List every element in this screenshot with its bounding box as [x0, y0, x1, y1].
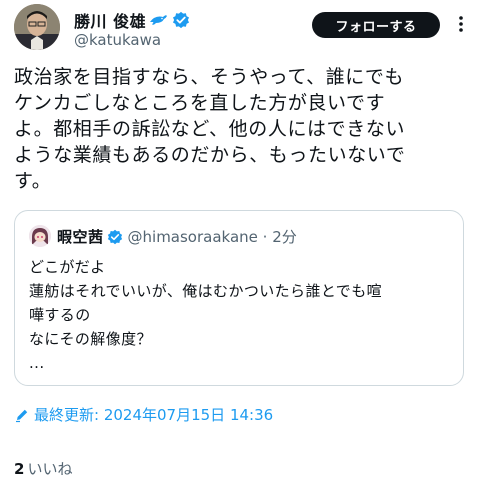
quoted-handle-time: @himasoraakane · 2分: [127, 228, 297, 246]
follow-button[interactable]: フォローする: [312, 12, 440, 38]
verified-badge-icon: [107, 229, 122, 244]
likes-label: いいね: [27, 460, 73, 478]
dolphin-icon: [150, 15, 168, 25]
quoted-author-avatar: [29, 225, 51, 247]
author-handle[interactable]: @katukawa: [74, 31, 161, 49]
quoted-text: どこがだよ 蓮舫はそれでいいが、俺はむかついたら誰とでも喧 嘩するの なにその解…: [29, 258, 383, 372]
quoted-header: 暇空茜 @himasoraakane · 2分: [57, 226, 297, 247]
author-name-row: 勝川 俊雄: [74, 8, 190, 32]
pencil-icon: [16, 409, 28, 422]
tweet-text: 政治家を目指すなら、そうやって、誰にでも ケンカごしなところを直した方が良いです…: [14, 66, 406, 192]
quoted-tweet[interactable]: 暇空茜 @himasoraakane · 2分 どこがだよ 蓮舫はそれでいいが、…: [14, 210, 464, 386]
quoted-author-name: 暇空茜: [57, 228, 104, 246]
verified-badge-icon: [173, 11, 190, 29]
last-updated-text: 最終更新: 2024年07月15日 14:36: [34, 406, 274, 424]
author-name[interactable]: 勝川 俊雄: [74, 8, 146, 32]
author-avatar[interactable]: [14, 4, 60, 50]
likes-count[interactable]: 2 いいね: [14, 458, 72, 479]
more-options-icon[interactable]: [452, 14, 470, 34]
likes-number: 2: [14, 460, 25, 478]
last-updated-link[interactable]: 最終更新: 2024年07月15日 14:36: [14, 404, 273, 425]
